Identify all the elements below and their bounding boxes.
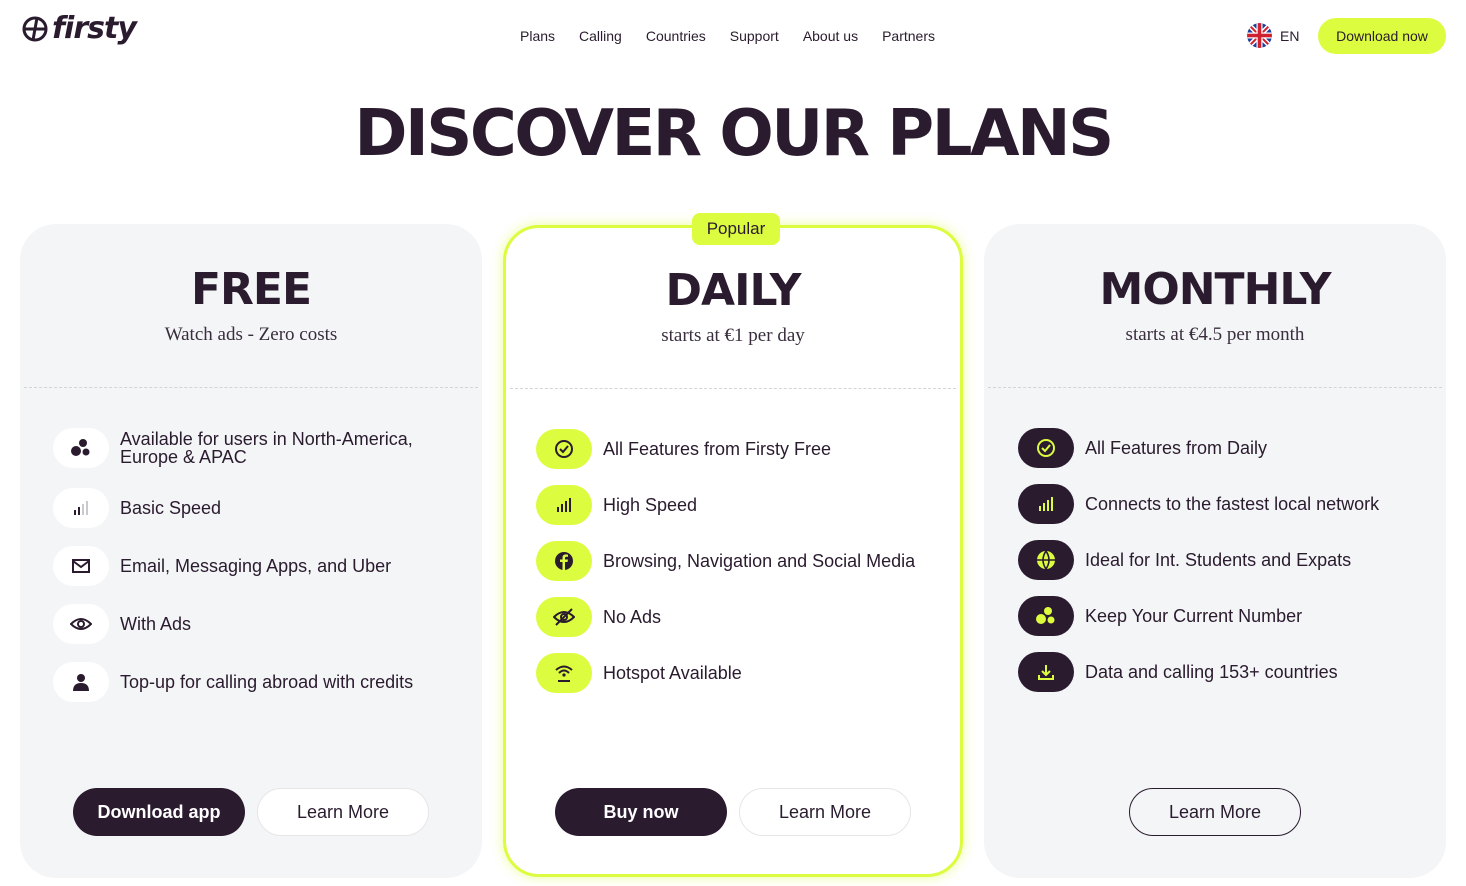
feature-text: Connects to the fastest local network [1085,494,1380,514]
feature-item: Browsing, Navigation and Social Media [536,541,956,581]
nav-support[interactable]: Support [718,27,791,45]
feature-item: All Features from Daily [1018,428,1438,468]
feature-item: Data and calling 153+ countries [1018,652,1438,692]
main-nav: Plans Calling Countries Support About us… [508,27,947,45]
feature-text: Data and calling 153+ countries [1085,662,1338,682]
nav-calling[interactable]: Calling [567,27,634,45]
feature-item: Connects to the fastest local network [1018,484,1438,524]
plan-card-daily: Popular DAILY starts at €1 per day All F… [503,213,963,877]
plan-subtitle: starts at €1 per day [661,325,805,346]
feature-item: Ideal for Int. Students and Expats [1018,540,1438,580]
plan-card-monthly: MONTHLY starts at €4.5 per month All Fea… [984,224,1446,878]
logo-globe-icon [22,16,48,42]
logo[interactable]: firsty [22,11,137,46]
feature-text: Ideal for Int. Students and Expats [1085,550,1352,570]
user-icon [53,662,109,702]
eye-off-icon [536,597,592,637]
feature-item: Email, Messaging Apps, and Uber [53,546,473,586]
feature-item: Top-up for calling abroad with credits [53,662,473,702]
feature-text: Keep Your Current Number [1085,606,1303,626]
feature-item: High Speed [536,485,956,525]
feature-item: No Ads [536,597,956,637]
feature-text: Browsing, Navigation and Social Media [603,551,916,571]
feature-text: High Speed [603,495,698,515]
feature-text: All Features from Daily [1085,438,1268,458]
eye-icon [53,604,109,644]
plan-name: MONTHLY [1099,264,1332,315]
plan-subtitle: Watch ads - Zero costs [164,324,338,345]
facebook-icon [536,541,592,581]
feature-text: Email, Messaging Apps, and Uber [120,556,392,576]
nav-partners[interactable]: Partners [870,27,947,45]
download-icon [1018,652,1074,692]
feature-text: Basic Speed [120,498,222,518]
learn-more-button[interactable]: Learn More [1129,788,1301,836]
feature-text: All Features from Firsty Free [603,439,832,459]
divider [510,388,956,389]
feature-item: With Ads [53,604,473,644]
feature-text: Available for users in North-America, Eu… [120,429,413,467]
page-title: DISCOVER OUR PLANS [354,97,1114,171]
dots-cluster-icon [1018,596,1074,636]
learn-more-button[interactable]: Learn More [739,788,911,836]
divider [24,387,478,388]
popular-badge: Popular [692,213,780,245]
nav-about-us[interactable]: About us [791,27,870,45]
download-app-button[interactable]: Download app [73,788,245,836]
nav-countries[interactable]: Countries [634,27,718,45]
feature-text: Hotspot Available [603,663,742,683]
check-circle-icon [536,429,592,469]
check-circle-icon [1018,428,1074,468]
feature-item: All Features from Firsty Free [536,429,956,469]
globe-icon [1018,540,1074,580]
signal-bars-icon [536,485,592,525]
feature-item: Hotspot Available [536,653,956,693]
dots-cluster-icon [53,428,109,468]
uk-flag-icon [1247,23,1272,48]
feature-text: With Ads [120,614,192,634]
plan-card-free: FREE Watch ads - Zero costs Available fo… [20,224,482,878]
hotspot-icon [536,653,592,693]
feature-text: Top-up for calling abroad with credits [120,672,414,692]
language-selector[interactable]: EN [1247,23,1299,48]
feature-item: Basic Speed [53,488,473,528]
learn-more-button[interactable]: Learn More [257,788,429,836]
divider [988,387,1442,388]
feature-item: Available for users in North-America, Eu… [53,428,473,468]
buy-now-button[interactable]: Buy now [555,788,727,836]
plan-name: FREE [190,264,312,315]
logo-text: firsty [52,11,137,46]
nav-plans[interactable]: Plans [508,27,567,45]
feature-item: Keep Your Current Number [1018,596,1438,636]
plan-name: DAILY [665,265,802,316]
language-label: EN [1280,27,1300,44]
download-now-button[interactable]: Download now [1318,18,1446,54]
mail-icon [53,546,109,586]
plan-subtitle: starts at €4.5 per month [1125,324,1305,345]
header: firsty Plans Calling Countries Support A… [0,0,1466,72]
signal-bars-icon [1018,484,1074,524]
feature-text: No Ads [603,607,662,627]
signal-bars-icon [53,488,109,528]
